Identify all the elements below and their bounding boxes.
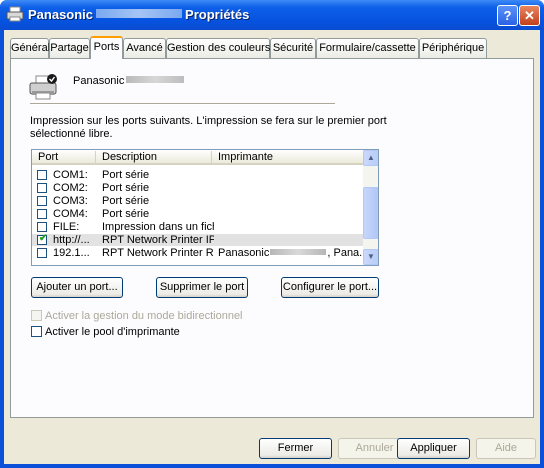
port-checkbox[interactable] [37, 196, 47, 206]
window-title: Panasonic Propriétés [28, 7, 250, 22]
table-row[interactable]: FILE: Impression dans un fich... [32, 221, 363, 233]
table-row[interactable]: COM2: Port série [32, 182, 363, 194]
port-checkbox[interactable] [37, 183, 47, 193]
checkmark-icon: ✔ [39, 233, 48, 244]
ports-description: Impression sur les ports suivants. L'imp… [30, 115, 387, 140]
port-name: http://... [53, 234, 90, 246]
close-button[interactable]: Fermer [259, 438, 332, 459]
close-window-button[interactable]: ✕ [519, 5, 540, 26]
table-row[interactable]: COM4: Port série [32, 208, 363, 220]
bidirectional-label: Activer la gestion du mode bidirectionne… [45, 310, 243, 322]
port-description: Port série [102, 182, 150, 194]
apply-button[interactable]: Appliquer [397, 438, 470, 459]
help-footer-button[interactable]: Aide [476, 438, 536, 459]
configure-port-button[interactable]: Configurer le port... [281, 277, 379, 298]
table-row[interactable]: COM1: Port série [32, 169, 363, 181]
table-row[interactable]: COM3: Port série [32, 195, 363, 207]
title-bar[interactable]: Panasonic Propriétés ? ✕ [0, 0, 544, 30]
tab-device[interactable]: Périphérique [419, 38, 487, 58]
help-button[interactable]: ? [497, 5, 518, 26]
add-port-button[interactable]: Ajouter un port... [31, 277, 123, 298]
printer-pool-checkbox[interactable]: Activer le pool d'imprimante [31, 326, 180, 339]
table-row[interactable]: ✔ http://... RPT Network Printer IP... [32, 233, 363, 246]
bidirectional-checkbox[interactable]: Activer la gestion du mode bidirectionne… [31, 310, 243, 323]
ports-tab-panel: Panasonic Impression sur les ports suiva… [10, 58, 534, 418]
scroll-down-icon[interactable]: ▼ [363, 249, 378, 265]
checkbox-box[interactable] [31, 310, 42, 321]
printer-pool-label: Activer le pool d'imprimante [45, 326, 180, 338]
port-checkbox[interactable]: ✔ [37, 233, 48, 245]
port-description: Port série [102, 208, 150, 220]
printer-icon [6, 6, 24, 22]
port-description: Impression dans un fich... [102, 221, 214, 233]
redacted-text [126, 76, 185, 83]
tab-color-management[interactable]: Gestion des couleurs [166, 38, 270, 58]
list-header: Port Description Imprimante [32, 150, 363, 165]
ports-list[interactable]: Port Description Imprimante COM1: Port s… [31, 149, 379, 266]
delete-port-button[interactable]: Supprimer le port [156, 277, 248, 298]
list-scrollbar[interactable]: ▲ ▼ [363, 150, 378, 265]
scroll-up-icon[interactable]: ▲ [363, 150, 378, 166]
divider [30, 103, 335, 105]
tab-sharing[interactable]: Partage [49, 38, 90, 58]
scroll-thumb[interactable] [363, 187, 378, 239]
port-name: COM4: [53, 208, 88, 220]
printer-name: Panasonic [73, 75, 185, 87]
properties-window: Panasonic Propriétés ? ✕ Général Partage … [0, 0, 544, 468]
dialog-client-area: Général Partage Ports Avancé Gestion des… [4, 30, 540, 464]
column-header-printer[interactable]: Imprimante [212, 151, 363, 164]
tab-advanced[interactable]: Avancé [123, 38, 166, 58]
port-name: COM1: [53, 169, 88, 181]
tab-general[interactable]: Général [10, 38, 50, 58]
port-printer: Panasonic, Pana... [218, 247, 363, 259]
tab-form-cassette[interactable]: Formulaire/cassette [316, 38, 419, 58]
port-checkbox[interactable] [37, 209, 47, 219]
printer-icon [29, 74, 57, 100]
port-name: 192.1... [53, 247, 90, 259]
port-description: Port série [102, 169, 150, 181]
table-row[interactable]: 192.1... RPT Network Printer R... Panaso… [32, 247, 363, 259]
port-checkbox[interactable] [37, 222, 47, 232]
tab-ports[interactable]: Ports [90, 36, 123, 59]
port-description: Port série [102, 195, 150, 207]
port-name: COM3: [53, 195, 88, 207]
checkbox-box[interactable] [31, 326, 42, 337]
port-name: FILE: [53, 221, 80, 233]
port-checkbox[interactable] [37, 170, 47, 180]
port-checkbox[interactable] [37, 248, 47, 258]
tab-security[interactable]: Sécurité [270, 38, 316, 58]
column-header-description[interactable]: Description [96, 151, 212, 164]
port-description: RPT Network Printer R... [102, 247, 214, 259]
port-name: COM2: [53, 182, 88, 194]
redacted-text [270, 249, 327, 255]
redacted-text [96, 9, 183, 18]
port-description: RPT Network Printer IP... [102, 234, 214, 246]
column-header-port[interactable]: Port [32, 151, 96, 164]
